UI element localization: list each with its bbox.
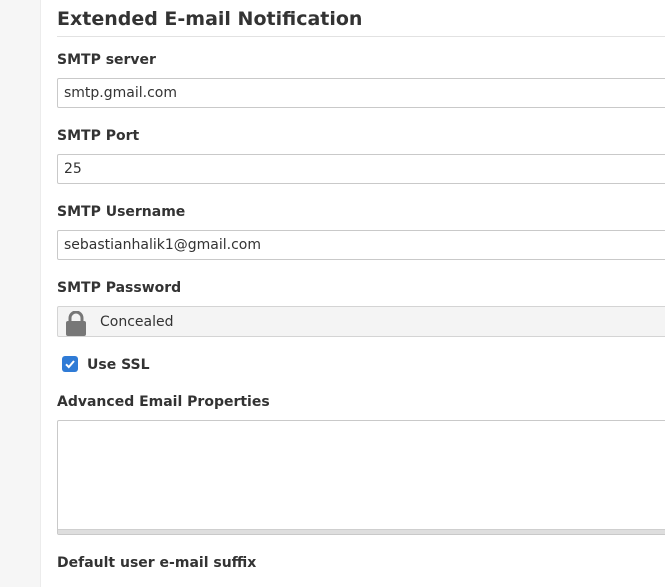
smtp-username-label: SMTP Username: [57, 204, 186, 220]
smtp-password-label: SMTP Password: [57, 280, 182, 296]
smtp-port-input[interactable]: [57, 154, 665, 184]
section-title: Extended E-mail Notification: [57, 8, 363, 30]
advanced-email-properties-box: [57, 420, 665, 535]
password-concealed-text: Concealed: [100, 314, 174, 330]
use-ssl-label[interactable]: Use SSL: [87, 357, 150, 373]
textarea-resize-handle[interactable]: [58, 529, 665, 534]
smtp-password-concealed-field[interactable]: Concealed: [57, 306, 665, 337]
use-ssl-checkbox[interactable]: [62, 356, 78, 372]
smtp-port-label: SMTP Port: [57, 128, 140, 144]
section-divider: [57, 36, 665, 37]
smtp-username-input[interactable]: [57, 230, 665, 260]
left-gutter: [0, 0, 41, 587]
lock-icon: [66, 311, 86, 336]
smtp-server-input[interactable]: [57, 78, 665, 108]
advanced-email-properties-label: Advanced Email Properties: [57, 394, 270, 410]
default-suffix-label: Default user e-mail suffix: [57, 555, 257, 571]
checkmark-icon: [65, 360, 75, 369]
smtp-server-label: SMTP server: [57, 52, 156, 68]
advanced-email-properties-textarea[interactable]: [58, 421, 665, 529]
